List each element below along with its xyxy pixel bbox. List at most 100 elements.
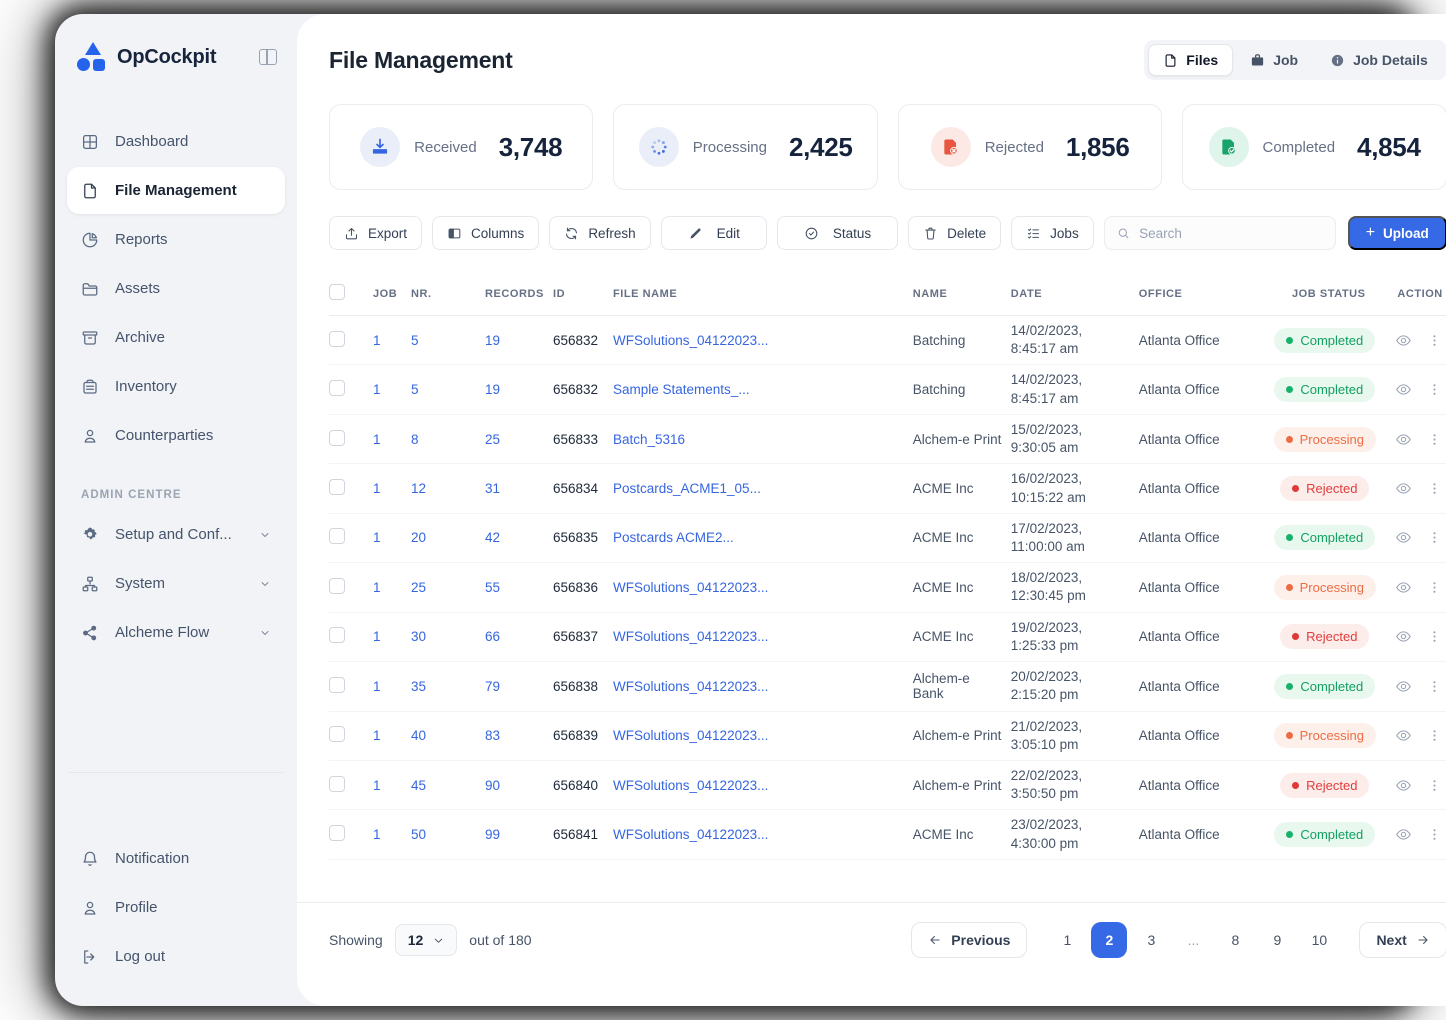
nr-link[interactable]: 20 [411,530,485,545]
file-name-link[interactable]: WFSolutions_04122023... [613,778,913,793]
job-link[interactable]: 1 [373,728,411,743]
view-eye-icon[interactable] [1395,826,1412,843]
nr-link[interactable]: 5 [411,333,485,348]
row-checkbox[interactable] [329,380,345,396]
row-menu-kebab-icon[interactable] [1426,826,1443,843]
row-checkbox[interactable] [329,578,345,594]
records-link[interactable]: 25 [485,432,553,447]
tab-files[interactable]: Files [1148,44,1233,76]
sidebar-item-archive[interactable]: Archive [67,314,285,361]
row-checkbox[interactable] [329,627,345,643]
sidebar-collapse-icon[interactable] [259,49,277,65]
sidebar-item-profile[interactable]: Profile [67,884,285,931]
row-checkbox[interactable] [329,479,345,495]
job-link[interactable]: 1 [373,432,411,447]
nr-link[interactable]: 8 [411,432,485,447]
edit-button[interactable]: Edit [661,216,767,250]
row-menu-kebab-icon[interactable] [1426,529,1443,546]
sidebar-item-inventory[interactable]: Inventory [67,363,285,410]
file-name-link[interactable]: Postcards_ACME1_05... [613,481,913,496]
row-menu-kebab-icon[interactable] [1426,381,1443,398]
tab-job-details[interactable]: Job Details [1315,44,1443,76]
view-eye-icon[interactable] [1395,480,1412,497]
job-link[interactable]: 1 [373,580,411,595]
row-checkbox[interactable] [329,528,345,544]
row-menu-kebab-icon[interactable] [1426,431,1443,448]
job-link[interactable]: 1 [373,382,411,397]
sidebar-item-system[interactable]: System [67,560,285,607]
sidebar-item-notification[interactable]: Notification [67,835,285,882]
view-eye-icon[interactable] [1395,529,1412,546]
row-menu-kebab-icon[interactable] [1426,678,1443,695]
file-name-link[interactable]: Sample Statements_... [613,382,913,397]
view-eye-icon[interactable] [1395,727,1412,744]
row-menu-kebab-icon[interactable] [1426,579,1443,596]
delete-button[interactable]: Delete [908,216,1001,250]
job-link[interactable]: 1 [373,778,411,793]
view-eye-icon[interactable] [1395,579,1412,596]
page-number-button[interactable]: 1 [1049,922,1085,958]
records-link[interactable]: 55 [485,580,553,595]
view-eye-icon[interactable] [1395,332,1412,349]
nr-link[interactable]: 45 [411,778,485,793]
jobs-button[interactable]: Jobs [1011,216,1094,250]
view-eye-icon[interactable] [1395,678,1412,695]
view-eye-icon[interactable] [1395,777,1412,794]
sidebar-item-dashboard[interactable]: Dashboard [67,118,285,165]
nr-link[interactable]: 50 [411,827,485,842]
search-input[interactable] [1139,226,1323,241]
records-link[interactable]: 42 [485,530,553,545]
nr-link[interactable]: 30 [411,629,485,644]
sidebar-item-file-management[interactable]: File Management [67,167,285,214]
page-number-button[interactable]: 3 [1133,922,1169,958]
page-number-button[interactable]: 2 [1091,922,1127,958]
file-name-link[interactable]: WFSolutions_04122023... [613,580,913,595]
page-number-button[interactable]: 8 [1217,922,1253,958]
columns-button[interactable]: Columns [432,216,539,250]
sidebar-item-alcheme-flow[interactable]: Alcheme Flow [67,609,285,656]
job-link[interactable]: 1 [373,333,411,348]
nr-link[interactable]: 40 [411,728,485,743]
job-link[interactable]: 1 [373,827,411,842]
row-checkbox[interactable] [329,331,345,347]
nr-link[interactable]: 12 [411,481,485,496]
row-menu-kebab-icon[interactable] [1426,777,1443,794]
file-name-link[interactable]: Batch_5316 [613,432,913,447]
sidebar-item-counterparties[interactable]: Counterparties [67,412,285,459]
records-link[interactable]: 79 [485,679,553,694]
file-name-link[interactable]: WFSolutions_04122023... [613,629,913,644]
page-size-select[interactable]: 12 [395,924,458,956]
records-link[interactable]: 99 [485,827,553,842]
tab-job[interactable]: Job [1235,44,1313,76]
job-link[interactable]: 1 [373,629,411,644]
view-eye-icon[interactable] [1395,431,1412,448]
file-name-link[interactable]: WFSolutions_04122023... [613,333,913,348]
view-eye-icon[interactable] [1395,628,1412,645]
records-link[interactable]: 19 [485,382,553,397]
row-menu-kebab-icon[interactable] [1426,727,1443,744]
file-name-link[interactable]: WFSolutions_04122023... [613,679,913,694]
nr-link[interactable]: 25 [411,580,485,595]
row-checkbox[interactable] [329,430,345,446]
nr-link[interactable]: 5 [411,382,485,397]
export-button[interactable]: Export [329,216,422,250]
view-eye-icon[interactable] [1395,381,1412,398]
page-number-button[interactable]: 10 [1301,922,1337,958]
row-checkbox[interactable] [329,726,345,742]
row-checkbox[interactable] [329,776,345,792]
next-page-button[interactable]: Next [1359,922,1446,958]
file-name-link[interactable]: Postcards ACME2... [613,530,913,545]
job-link[interactable]: 1 [373,481,411,496]
page-number-button[interactable]: 9 [1259,922,1295,958]
file-name-link[interactable]: WFSolutions_04122023... [613,728,913,743]
select-all-checkbox[interactable] [329,284,345,300]
sidebar-item-setup-and-config[interactable]: Setup and Conf... [67,511,285,558]
job-link[interactable]: 1 [373,679,411,694]
records-link[interactable]: 66 [485,629,553,644]
row-checkbox[interactable] [329,825,345,841]
records-link[interactable]: 19 [485,333,553,348]
sidebar-item-logout[interactable]: Log out [67,933,285,980]
records-link[interactable]: 31 [485,481,553,496]
sidebar-item-reports[interactable]: Reports [67,216,285,263]
refresh-button[interactable]: Refresh [549,216,650,250]
